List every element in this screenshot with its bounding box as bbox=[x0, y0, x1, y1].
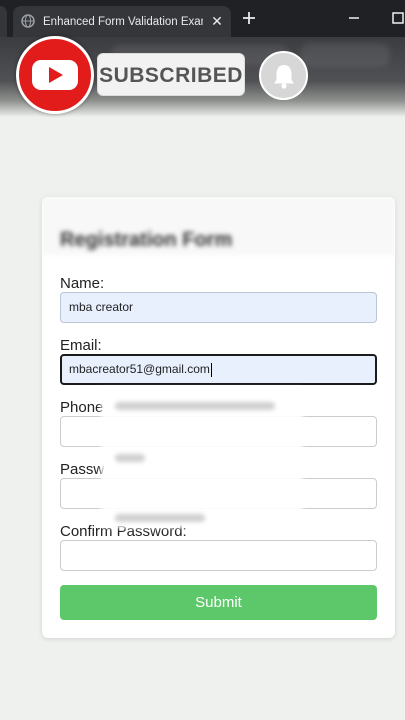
phone-label: Phone bbox=[60, 399, 104, 416]
email-value: mbacreator51@gmail.com bbox=[69, 362, 210, 376]
email-label: Email: bbox=[60, 337, 102, 354]
close-tab-icon[interactable]: ✕ bbox=[209, 13, 225, 29]
submit-button[interactable]: Submit bbox=[60, 585, 377, 620]
autofill-suggestions-popup[interactable] bbox=[101, 388, 303, 528]
previous-tab[interactable] bbox=[0, 6, 7, 37]
suggestion-item[interactable] bbox=[115, 454, 145, 462]
play-icon bbox=[32, 60, 78, 90]
notification-bell-button[interactable] bbox=[259, 51, 308, 100]
maximize-icon[interactable] bbox=[390, 10, 405, 26]
subscribed-button[interactable]: SUBSCRIBED bbox=[97, 53, 245, 96]
minimize-icon[interactable] bbox=[346, 10, 362, 26]
toolbar-icons bbox=[300, 43, 390, 67]
suggestion-item[interactable] bbox=[115, 514, 205, 522]
suggestion-item[interactable] bbox=[115, 402, 275, 410]
name-label: Name: bbox=[60, 275, 105, 292]
tab-title: Enhanced Form Validation Example bbox=[43, 16, 203, 28]
active-tab[interactable]: Enhanced Form Validation Example ✕ bbox=[13, 6, 231, 37]
browser-tab-bar: Enhanced Form Validation Example ✕ bbox=[0, 0, 405, 37]
globe-icon bbox=[21, 14, 35, 28]
youtube-logo-icon bbox=[16, 36, 94, 114]
confirm-password-input[interactable] bbox=[60, 540, 377, 571]
text-caret bbox=[210, 362, 212, 377]
name-input[interactable]: mba creator bbox=[60, 292, 377, 323]
form-title: Registration Form bbox=[60, 229, 233, 251]
email-input[interactable]: mbacreator51@gmail.com bbox=[60, 354, 377, 385]
new-tab-icon[interactable] bbox=[240, 9, 258, 27]
password-label: Passw bbox=[60, 461, 105, 478]
bell-icon bbox=[274, 65, 294, 89]
